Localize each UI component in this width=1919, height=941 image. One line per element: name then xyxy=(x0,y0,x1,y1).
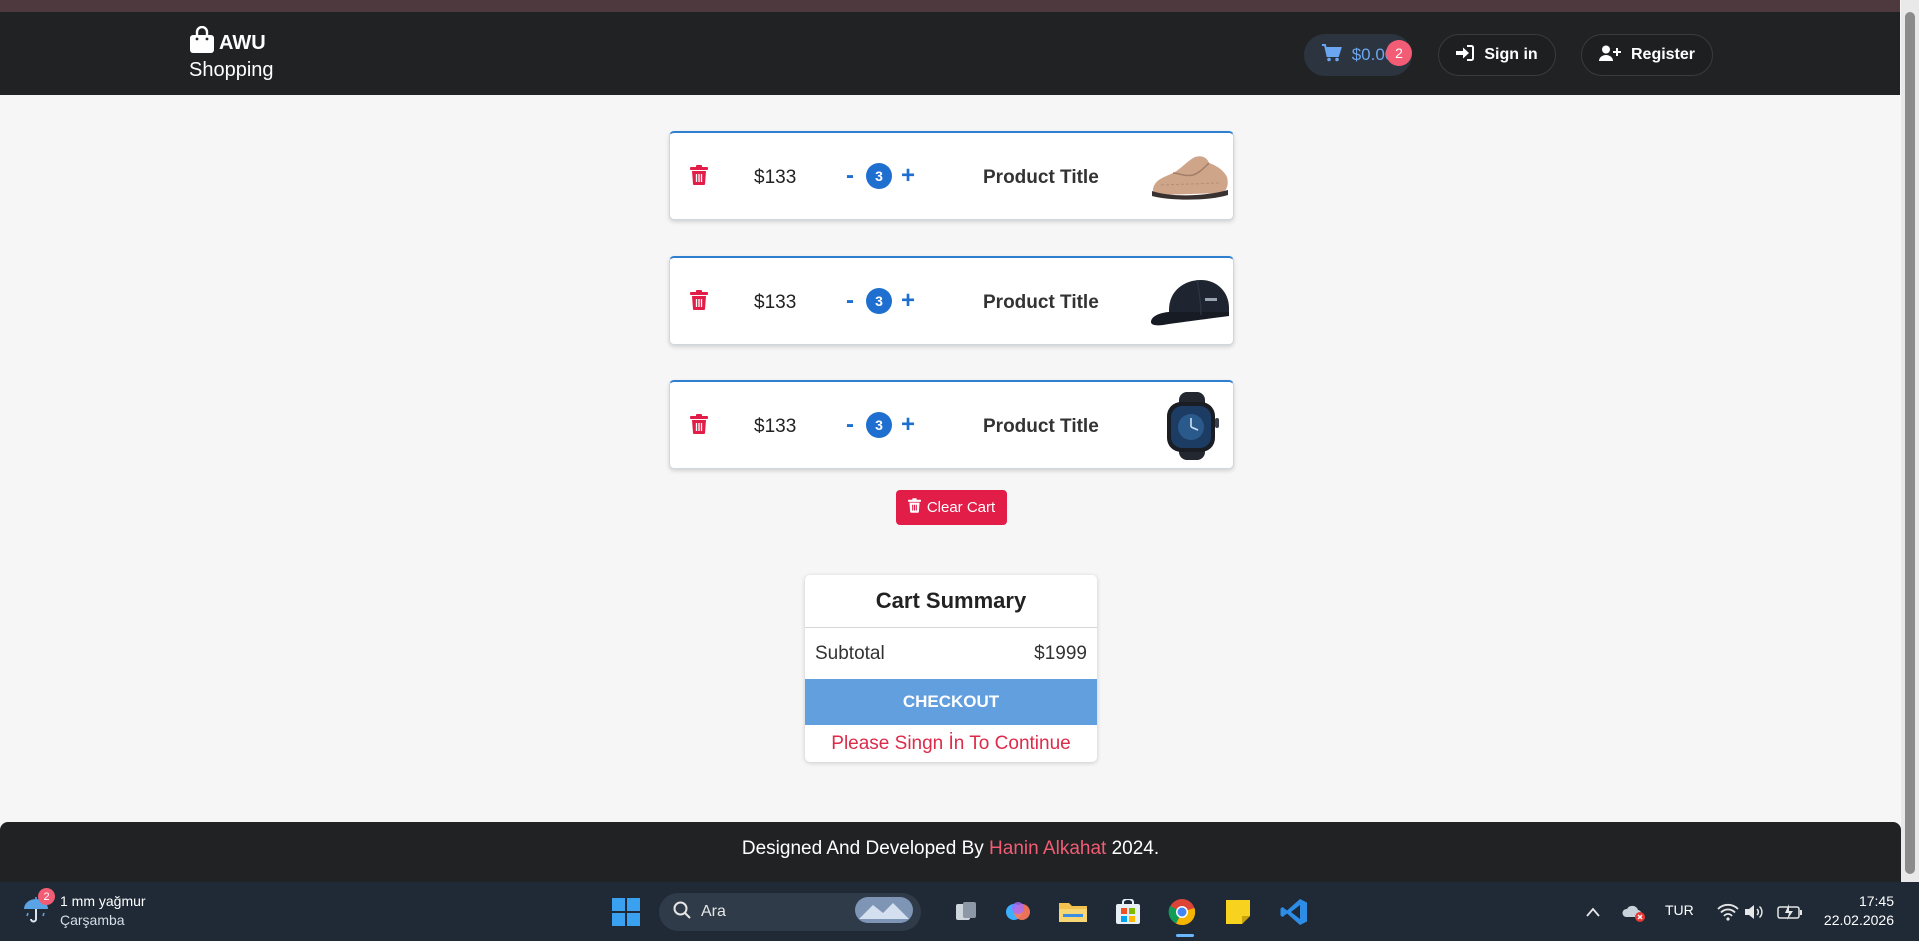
navbar: AWU Shopping $0.00 2 Sign in Register xyxy=(0,12,1900,95)
cart-item: $133 - 3 + Product Title xyxy=(669,256,1234,345)
chrome-icon[interactable] xyxy=(1166,896,1198,928)
vscode-icon[interactable] xyxy=(1278,896,1310,928)
subtotal-label: Subtotal xyxy=(815,642,885,664)
browser-top-strip xyxy=(0,0,1900,12)
quantity-value: 3 xyxy=(866,163,892,189)
increase-quantity-button[interactable]: + xyxy=(900,164,916,188)
cart-item: $133 - 3 + Product Title xyxy=(669,131,1234,220)
cap-image xyxy=(1149,268,1231,336)
increase-quantity-button[interactable]: + xyxy=(900,413,916,437)
quantity-stepper: - 3 + xyxy=(842,163,916,189)
subtotal-row: Subtotal $1999 xyxy=(805,628,1097,679)
chrome-active-indicator xyxy=(1176,934,1194,937)
trash-icon xyxy=(907,498,921,517)
sign-in-icon xyxy=(1456,44,1475,66)
language-indicator[interactable]: TUR xyxy=(1665,902,1694,918)
sticky-notes-icon[interactable] xyxy=(1222,896,1254,928)
clear-cart-button[interactable]: Clear Cart xyxy=(896,490,1007,525)
weather-day: Çarşamba xyxy=(60,912,125,928)
checkout-button[interactable]: CHECKOUT xyxy=(805,679,1097,725)
quantity-value: 3 xyxy=(866,288,892,314)
cart-summary: Cart Summary Subtotal $1999 CHECKOUT Ple… xyxy=(805,575,1097,762)
system-clock[interactable]: 17:45 22.02.2026 xyxy=(1822,892,1894,930)
increase-quantity-button[interactable]: + xyxy=(900,289,916,313)
search-placeholder: Ara xyxy=(701,903,726,920)
copilot-icon[interactable] xyxy=(1002,896,1034,928)
weather-widget[interactable]: 2 1 mm yağmur Çarşamba xyxy=(22,888,146,930)
item-price: $133 xyxy=(754,416,797,437)
brand-logo[interactable]: AWU Shopping xyxy=(189,26,274,84)
chevron-up-icon[interactable] xyxy=(1577,896,1609,928)
quantity-value: 3 xyxy=(866,412,892,438)
trash-icon[interactable] xyxy=(690,165,708,190)
trash-icon[interactable] xyxy=(690,290,708,315)
windows-taskbar: 2 1 mm yağmur Çarşamba Ara TUR 17:45 22.… xyxy=(0,882,1919,941)
onedrive-offline-icon[interactable] xyxy=(1618,896,1650,928)
decrease-quantity-button[interactable]: - xyxy=(842,413,858,437)
sign-in-button[interactable]: Sign in xyxy=(1438,34,1556,76)
item-title[interactable]: Product Title xyxy=(983,292,1099,314)
item-title[interactable]: Product Title xyxy=(983,416,1099,438)
file-explorer-icon[interactable] xyxy=(1057,896,1089,928)
cart-item: $133 - 3 + Product Title xyxy=(669,380,1234,469)
volume-icon[interactable] xyxy=(1738,896,1770,928)
decrease-quantity-button[interactable]: - xyxy=(842,164,858,188)
clear-cart-label: Clear Cart xyxy=(926,499,996,516)
brand-subtitle: Shopping xyxy=(189,59,274,81)
item-price: $133 xyxy=(754,292,797,313)
item-title[interactable]: Product Title xyxy=(983,167,1099,189)
brand-name: AWU xyxy=(219,32,266,54)
item-price: $133 xyxy=(754,167,797,188)
cart-icon xyxy=(1321,43,1342,67)
windows-start-icon[interactable] xyxy=(610,896,642,928)
smartwatch-image xyxy=(1149,392,1231,460)
cart-summary-title: Cart Summary xyxy=(805,575,1097,628)
page-scrollbar[interactable] xyxy=(1901,0,1919,882)
decrease-quantity-button[interactable]: - xyxy=(842,289,858,313)
microsoft-store-icon[interactable] xyxy=(1112,896,1144,928)
register-button[interactable]: Register xyxy=(1581,34,1713,76)
sneaker-image xyxy=(1149,143,1231,211)
subtotal-value: $1999 xyxy=(1034,642,1087,664)
clock-date: 22.02.2026 xyxy=(1823,912,1894,928)
weather-alert-badge: 2 xyxy=(38,888,55,905)
taskbar-search[interactable]: Ara xyxy=(659,893,921,931)
task-view-icon[interactable] xyxy=(950,896,982,928)
search-icon xyxy=(673,901,691,924)
footer-year: 2024. xyxy=(1111,838,1160,859)
search-highlight-icon xyxy=(855,896,913,928)
user-plus-icon xyxy=(1598,45,1621,66)
footer-author-link[interactable]: Hanin Alkahat xyxy=(989,838,1106,860)
sign-in-required-note: Please Singn İn To Continue xyxy=(831,732,1071,754)
sign-in-label: Sign in xyxy=(1484,46,1538,63)
battery-charging-icon[interactable] xyxy=(1774,896,1806,928)
trash-icon[interactable] xyxy=(690,414,708,439)
scrollbar-thumb[interactable] xyxy=(1905,12,1915,874)
cart-count-badge: 2 xyxy=(1386,40,1412,66)
shopping-bag-icon xyxy=(189,26,215,54)
clock-time: 17:45 xyxy=(1858,893,1894,909)
weather-condition: 1 mm yağmur xyxy=(60,893,146,909)
quantity-stepper: - 3 + xyxy=(842,412,916,438)
quantity-stepper: - 3 + xyxy=(842,288,916,314)
footer-prefix: Designed And Developed By xyxy=(741,838,984,859)
register-label: Register xyxy=(1630,46,1696,63)
footer: Designed And Developed By Hanin Alkahat … xyxy=(0,822,1901,882)
